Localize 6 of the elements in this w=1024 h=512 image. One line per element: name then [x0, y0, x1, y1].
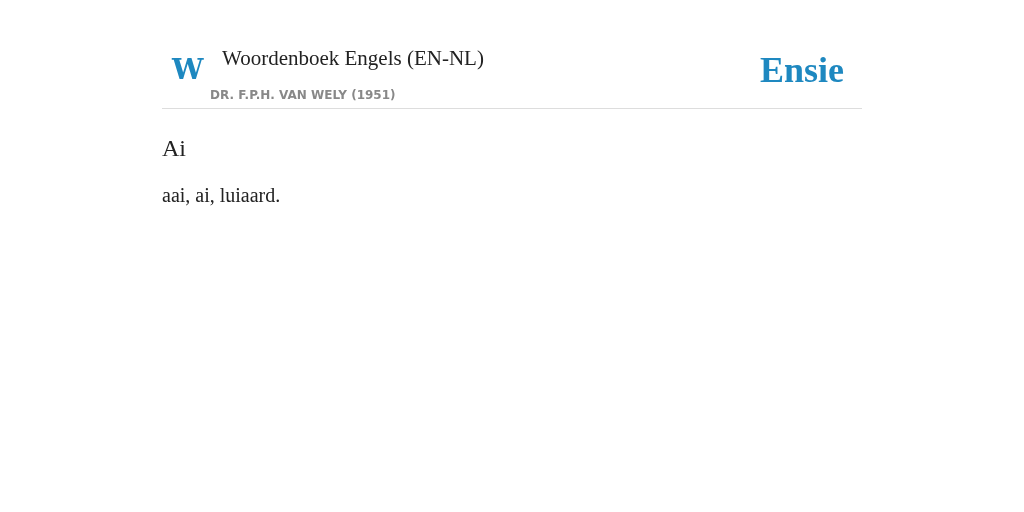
site-logo[interactable]: Ensie	[759, 44, 862, 90]
author-label: DR. F.P.H. VAN WELY (1951)	[210, 88, 397, 102]
dictionary-title: Woordenboek Engels (EN-NL)	[221, 45, 485, 72]
entry-definition: aai, ai, luiaard.	[162, 184, 282, 207]
dictionary-letter: W	[170, 52, 205, 84]
entry-term: Ai	[162, 135, 187, 162]
